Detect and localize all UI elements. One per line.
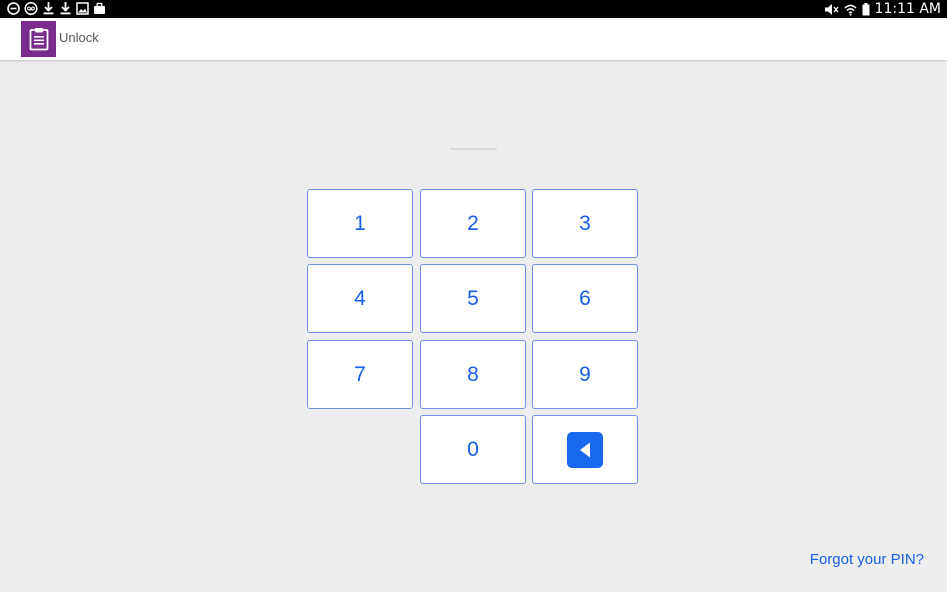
- backspace-icon: [567, 431, 603, 468]
- key-9[interactable]: 9: [532, 340, 638, 409]
- battery-icon: [862, 2, 870, 15]
- backspace-button[interactable]: [532, 415, 638, 484]
- image-icon: [76, 1, 89, 15]
- key-7[interactable]: 7: [307, 340, 413, 409]
- pin-entry-display: [450, 148, 497, 150]
- pin-keypad: 1 2 3 4 5 6 7 8 9 0: [307, 189, 640, 486]
- key-0[interactable]: 0: [420, 415, 526, 484]
- status-clock: 11:11 AM: [874, 1, 941, 17]
- key-8[interactable]: 8: [420, 340, 526, 409]
- download-icon: [43, 2, 54, 15]
- voicemail-icon: [24, 1, 38, 15]
- key-3[interactable]: 3: [532, 189, 638, 258]
- mute-icon: [824, 3, 839, 15]
- status-bar: 11:11 AM: [0, 0, 947, 18]
- app-logo[interactable]: [21, 21, 56, 57]
- page-title: Unlock: [59, 30, 99, 45]
- key-4[interactable]: 4: [307, 264, 413, 333]
- key-1[interactable]: 1: [307, 189, 413, 258]
- briefcase-icon: [94, 2, 105, 14]
- clipboard-icon: [29, 28, 48, 51]
- key-5[interactable]: 5: [420, 264, 526, 333]
- notification-icons: [7, 1, 106, 15]
- download-icon: [60, 2, 71, 15]
- wifi-icon: [844, 4, 857, 16]
- forgot-pin-link[interactable]: Forgot your PIN?: [810, 551, 924, 568]
- minus-circle-icon: [7, 1, 20, 15]
- system-status: 11:11 AM: [824, 0, 941, 18]
- key-6[interactable]: 6: [532, 264, 638, 333]
- key-2[interactable]: 2: [420, 189, 526, 258]
- app-bar: Unlock: [0, 18, 947, 60]
